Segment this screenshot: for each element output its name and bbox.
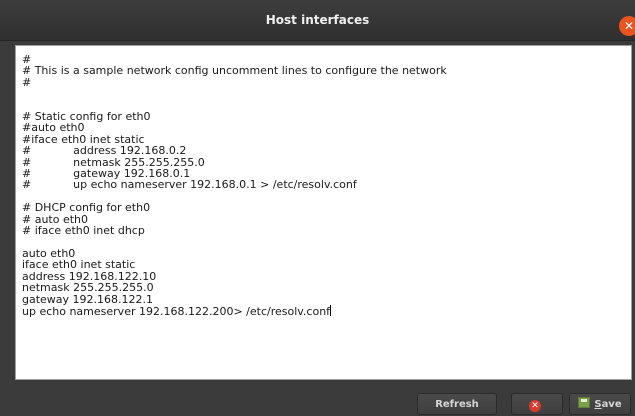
refresh-label: Refresh: [435, 399, 479, 410]
config-text-editor[interactable]: # # This is a sample network config unco…: [22, 54, 622, 374]
close-icon[interactable]: ✕: [619, 16, 635, 36]
save-label: ave: [601, 399, 622, 410]
text-cursor: [330, 304, 332, 316]
save-button[interactable]: Save: [569, 393, 631, 415]
cancel-icon: ✕: [529, 400, 541, 412]
cancel-button[interactable]: ✕Cancel: [511, 393, 563, 415]
save-icon: [578, 397, 591, 408]
host-interfaces-dialog: Host interfaces ✕ # # This is a sample n…: [0, 0, 635, 416]
config-text: # # This is a sample network config unco…: [22, 54, 447, 318]
dialog-title: Host interfaces: [265, 13, 370, 27]
config-text-area[interactable]: # # This is a sample network config unco…: [15, 45, 632, 380]
refresh-button[interactable]: Refresh: [417, 393, 497, 415]
button-bar: Refresh ✕Cancel Save: [0, 390, 635, 416]
save-mnemonic: S: [594, 399, 602, 410]
title-bar: Host interfaces ✕: [0, 0, 635, 41]
